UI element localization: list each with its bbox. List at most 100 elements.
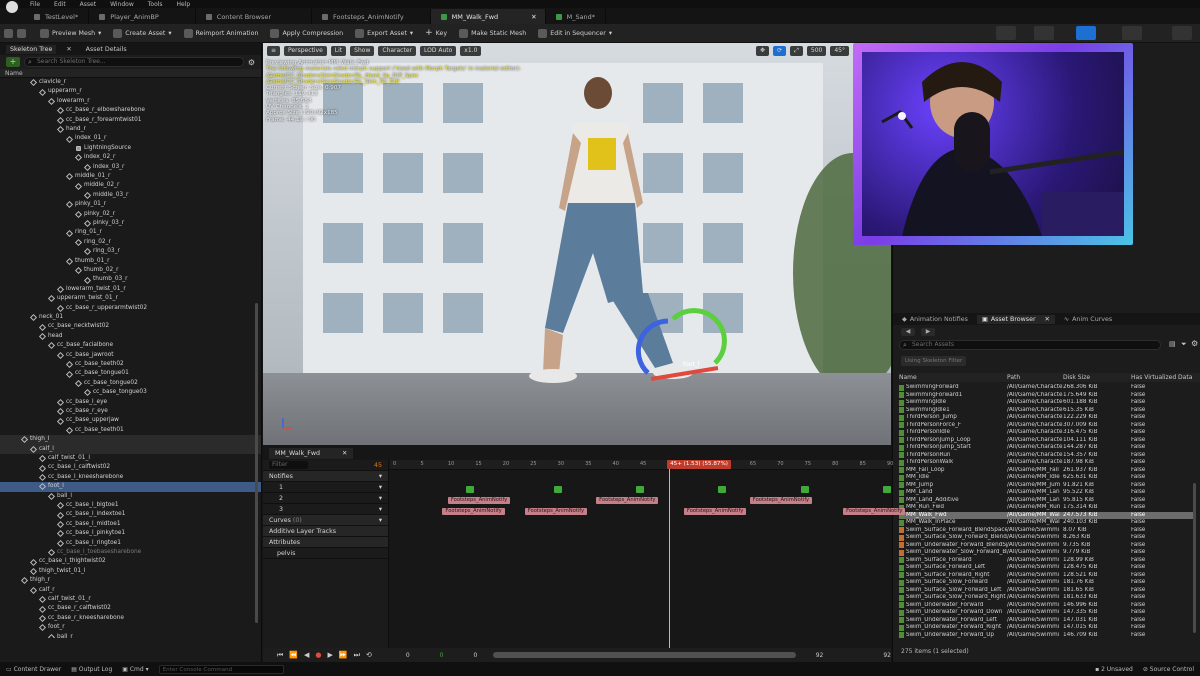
bone-row[interactable]: head (0, 332, 261, 341)
bone-row[interactable]: cc_base_l_bigtoe1 (0, 501, 261, 510)
scale-icon[interactable]: ⤢ (790, 46, 803, 56)
rotate-icon[interactable]: ⟳ (773, 46, 787, 56)
bone-row[interactable]: upperarm_r (0, 87, 261, 96)
range-start[interactable]: 0 (406, 652, 410, 659)
asset-row[interactable]: Swim_Surface_Forward/All/Game/Swimmi 128.… (899, 557, 1195, 565)
view-end[interactable]: 92 (816, 652, 824, 659)
bone-row[interactable]: ring_03_r (0, 247, 261, 256)
bone-row[interactable]: cc_base_l_pinkytoe1 (0, 529, 261, 538)
asset-row[interactable]: Swim_Surface_Forward_Left/All/Game/Swimm… (899, 564, 1195, 572)
asset-row[interactable]: MM_Land_Additive/All/Game/MM_Lan 95.815 K… (899, 497, 1195, 505)
column-disk-size[interactable]: Disk Size (1063, 373, 1131, 382)
bone-row[interactable]: clavicle_r (0, 78, 261, 87)
skeleton-search-input[interactable]: Search Skeleton Tree... (24, 57, 244, 67)
asset-row[interactable]: Swim_Surface_Slow_Forward_Left/All/Game/… (899, 587, 1195, 595)
menu-file[interactable]: File (30, 1, 40, 8)
browse-icon[interactable] (17, 28, 26, 38)
asset-row[interactable]: ThirdPersonJump_Loop/All/Game/Characte 10… (899, 437, 1195, 445)
step-forward-icon[interactable]: ⏩ (339, 651, 348, 659)
key-button[interactable]: + Key (421, 26, 451, 41)
menu-edit[interactable]: Edit (54, 1, 66, 8)
close-icon[interactable]: ✕ (1045, 316, 1050, 323)
bone-row[interactable]: middle_02_r (0, 181, 261, 190)
record-icon[interactable]: ● (315, 651, 321, 659)
bone-row[interactable]: thumb_02_r (0, 266, 261, 275)
anim-notify[interactable]: Footsteps_AnimNotify (596, 497, 659, 504)
asset-search-input[interactable]: Search Assets (899, 340, 1161, 350)
bone-row[interactable]: ring_02_r (0, 238, 261, 247)
show-button[interactable]: Show (350, 46, 375, 56)
anim-notify[interactable]: Footsteps_AnimNotify (524, 508, 588, 515)
asset-row[interactable]: MM_Land/All/Game/MM_Lan 95.522 KiB False (899, 489, 1195, 497)
track-notifies[interactable]: Notifies ▾ (263, 471, 388, 482)
create-asset-button[interactable]: Create Asset ▾ (109, 26, 175, 41)
character-button[interactable]: Character (378, 46, 416, 56)
bone-row[interactable]: cc_base_l_ringtoe1 (0, 539, 261, 548)
bone-row[interactable]: cc_base_r_calftwist02 (0, 604, 261, 613)
bone-row[interactable]: thigh_l (0, 435, 261, 445)
bone-row[interactable]: lowerarm_r (0, 97, 261, 106)
bone-row[interactable]: calf_l (0, 444, 261, 454)
chevron-down-icon[interactable]: ▾ (379, 493, 382, 503)
bone-row[interactable]: thigh_r (0, 576, 261, 585)
timeline-ruler[interactable]: 051015202530354045505560657075808590 (390, 460, 893, 470)
lit-button[interactable]: Lit (330, 46, 347, 56)
bone-row[interactable]: cc_base_l_thightwist02 (0, 557, 261, 566)
track-notify-3[interactable]: 3 ▾ (263, 504, 388, 515)
make-static-mesh-button[interactable]: Make Static Mesh (455, 26, 530, 41)
close-icon[interactable]: ✕ (342, 448, 347, 459)
bone-row[interactable]: pinky_02_r (0, 210, 261, 219)
bone-row[interactable]: pinky_03_r (0, 219, 261, 228)
menu-window[interactable]: Window (110, 1, 134, 8)
notify-marker[interactable] (465, 486, 474, 493)
bone-row[interactable]: cc_base_necktwist02 (0, 322, 261, 331)
tab-anim-curves[interactable]: ∿ Anim Curves (1059, 315, 1117, 324)
bone-row[interactable]: lowerarm_twist_01_r (0, 285, 261, 294)
bone-row[interactable]: cc_base_r_kneesharebone (0, 614, 261, 623)
loop-icon[interactable]: ⟲ (366, 651, 372, 659)
animation-mode-button[interactable] (1076, 26, 1096, 40)
tab-mm-walk-fwd[interactable]: MM_Walk_Fwd ✕ (430, 9, 546, 24)
asset-row[interactable]: SwimmingForward/All/Game/Characte 268.306… (899, 384, 1195, 392)
asset-row[interactable]: Swim_Underwater_Forward_Down/All/Game/Sw… (899, 609, 1195, 617)
track-notify-2[interactable]: 2 ▾ (263, 493, 388, 504)
physics-mode-button[interactable] (1172, 26, 1192, 40)
range-end[interactable]: 92 (883, 652, 891, 659)
track-additive-layers[interactable]: Additive Layer Tracks (263, 526, 388, 537)
skip-to-end-icon[interactable]: ⏭ (354, 651, 360, 660)
cmd-dropdown[interactable]: ▣ Cmd ▾ (122, 666, 148, 673)
play-icon[interactable]: ▶ (328, 651, 333, 659)
close-icon[interactable]: ✕ (531, 13, 536, 21)
bone-row[interactable]: hand_r (0, 125, 261, 134)
timeline-scrollbar[interactable] (493, 652, 796, 658)
bone-row[interactable]: upperarm_twist_01_r (0, 294, 261, 303)
asset-row[interactable]: MM_Walk_Fwd/All/Game/MM_Wal 247.573 KiB Fa… (899, 511, 1195, 519)
bone-row[interactable]: cc_base_l_midtoe1 (0, 520, 261, 529)
tree-scrollbar[interactable] (255, 303, 258, 623)
bone-row[interactable]: index_02_r (0, 153, 261, 162)
back-arrow-icon[interactable]: ◀ (901, 327, 915, 336)
asset-row[interactable]: MM_Walk_InPlace/All/Game/MM_Wal 240.103 K… (899, 519, 1195, 527)
asset-row[interactable]: Swim_Underwater_Forward_Right/All/Game/S… (899, 624, 1195, 632)
bone-row[interactable]: neck_01 (0, 313, 261, 322)
bone-row[interactable]: cc_base_tongue01 (0, 369, 261, 378)
asset-row[interactable]: Swim_Surface_Slow_Forward_Right/All/Game… (899, 594, 1195, 602)
bone-row[interactable]: cc_base_tongue03 (0, 388, 261, 397)
tab-content-browser[interactable]: Content Browser (196, 9, 313, 24)
menu-help[interactable]: Help (177, 1, 191, 8)
preview-viewport[interactable]: ≡ Perspective Lit Show Character LOD Aut… (263, 43, 891, 445)
bone-row[interactable]: cc_base_r_eye (0, 407, 261, 416)
asset-row[interactable]: Swim_Underwater_Slow_Forward_BlendSpace/… (899, 549, 1195, 557)
edit-in-sequencer-button[interactable]: Edit in Sequencer ▾ (534, 26, 616, 41)
perspective-button[interactable]: Perspective (284, 46, 327, 56)
export-asset-button[interactable]: Export Asset ▾ (351, 26, 417, 41)
gear-icon[interactable]: ⚙ (248, 58, 255, 67)
tab-player-animbp[interactable]: Player_AnimBP (89, 9, 196, 24)
forward-arrow-icon[interactable]: ▶ (921, 327, 935, 336)
bone-row[interactable]: cc_base_r_elbowsharebone (0, 106, 261, 115)
apply-compression-button[interactable]: Apply Compression (266, 26, 347, 41)
bone-row[interactable]: thigh_twist_01_l (0, 567, 261, 576)
asset-row[interactable]: Swim_Surface_Forward_BlendSpace/All/Game… (899, 527, 1195, 535)
track-attributes[interactable]: Attributes (263, 537, 388, 548)
chevron-down-icon[interactable]: ▾ (379, 471, 382, 481)
